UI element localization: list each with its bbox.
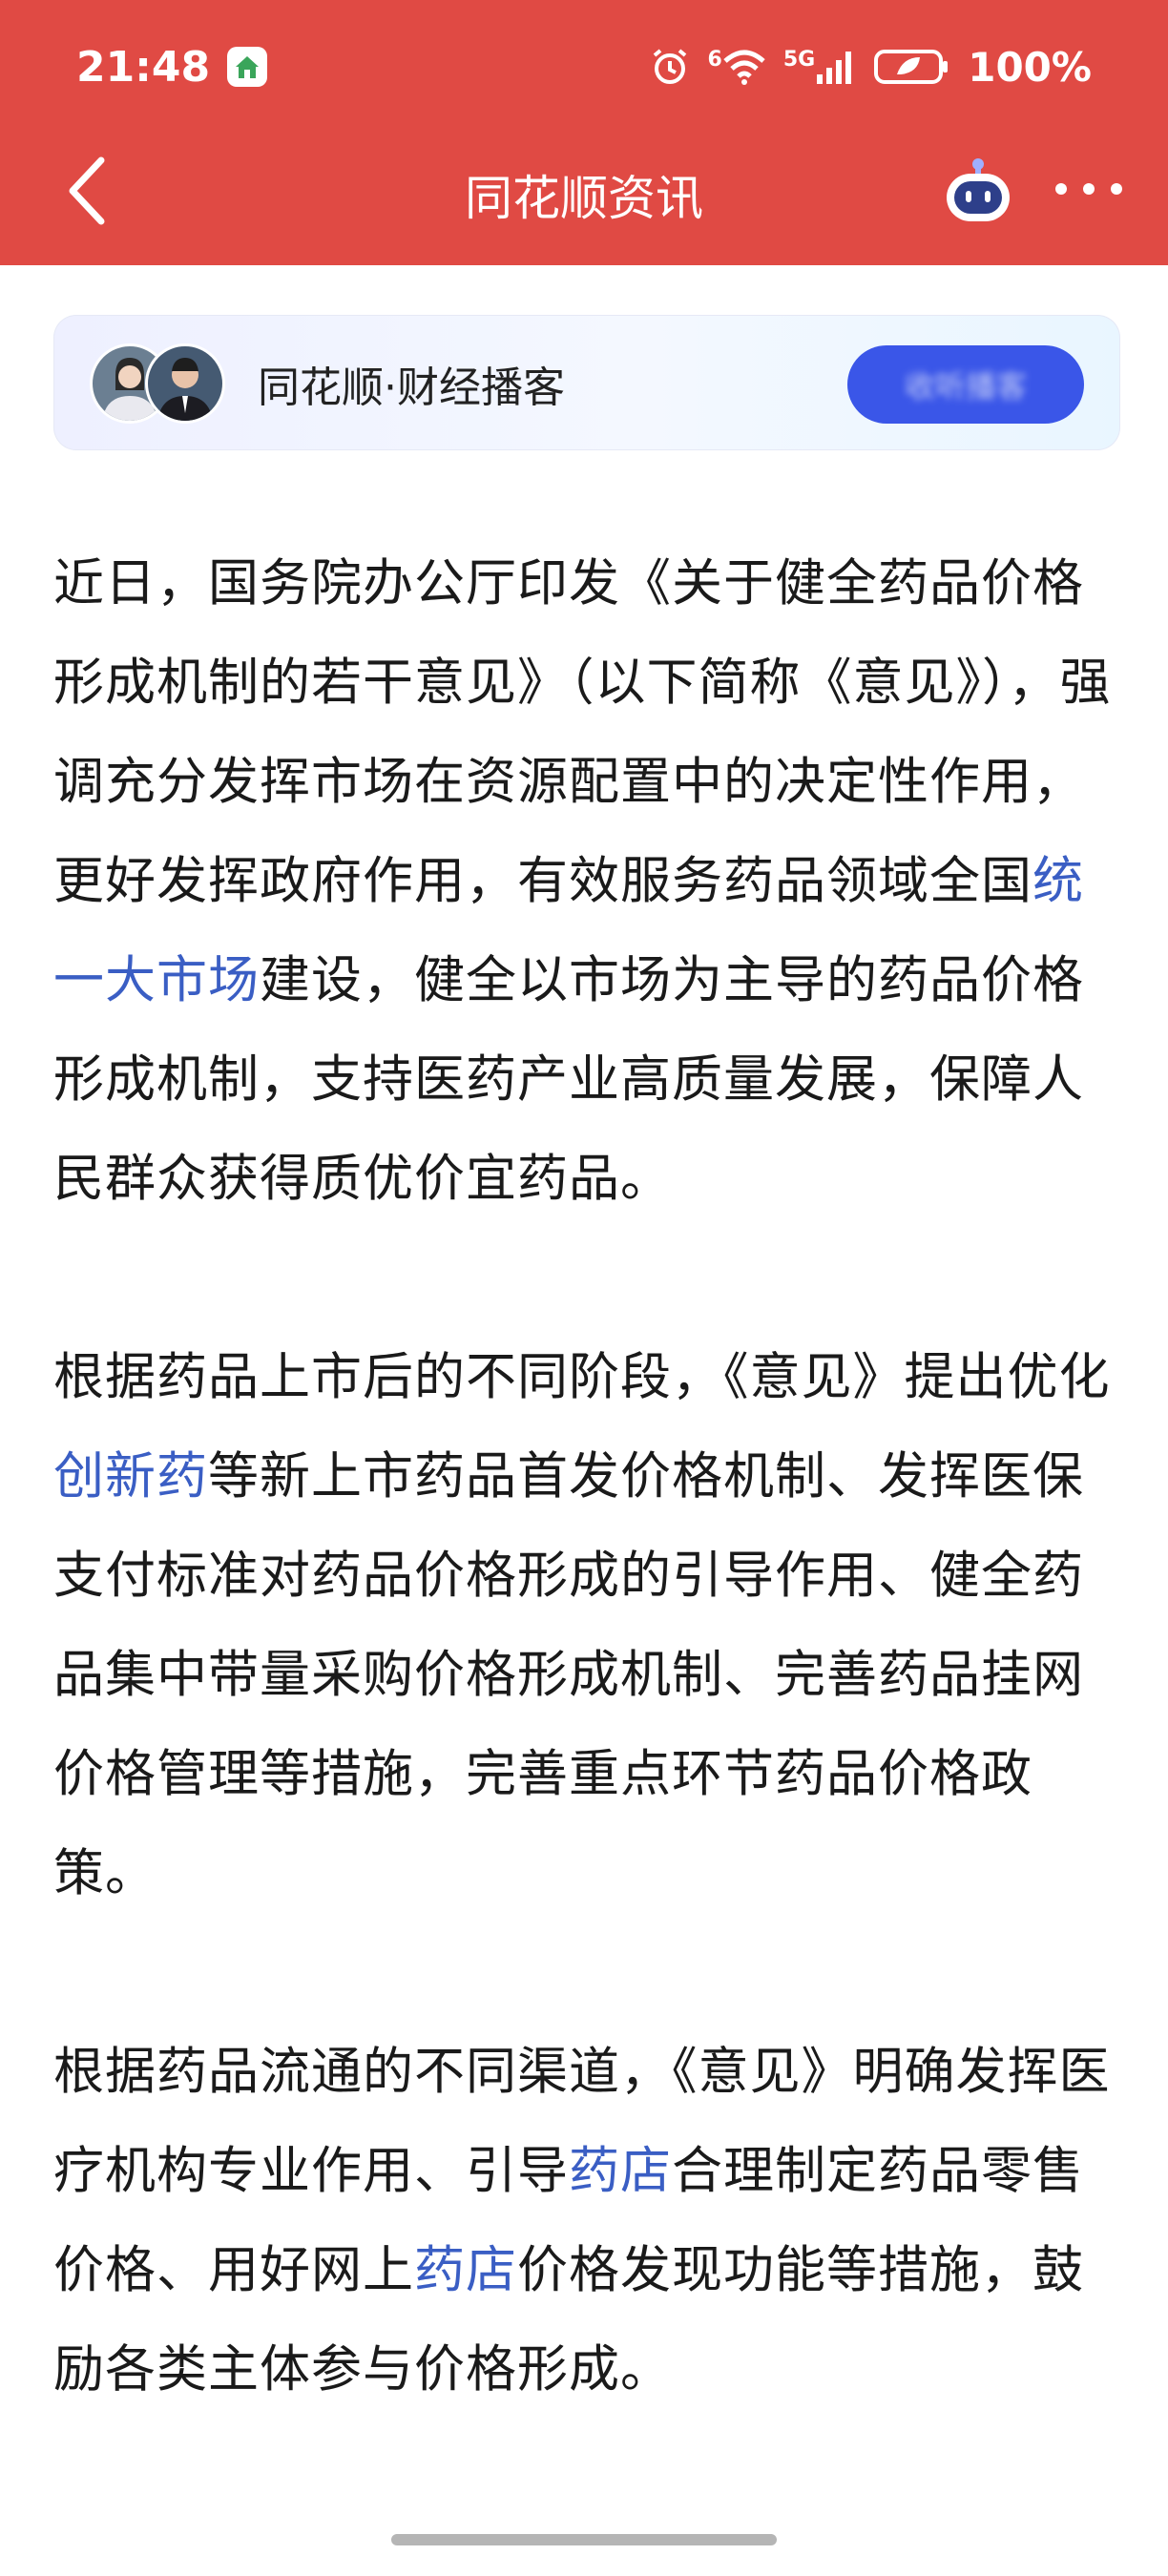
podcast-play-button[interactable]: 收听播客 (847, 345, 1084, 424)
article-body: 近日，国务院办公厅印发《关于健全药品价格形成机制的若干意见》（以下简称《意见》）… (53, 534, 1117, 2420)
status-bar: 21:48 6 5G 100% (76, 36, 1092, 97)
wifi-superscript: 6 (707, 48, 722, 72)
link-online-pharmacy[interactable]: 药店 (414, 2241, 517, 2299)
home-indicator[interactable] (391, 2534, 777, 2545)
signal-icon: 5G (783, 48, 857, 86)
host-avatars (90, 343, 225, 424)
more-options-button[interactable] (1055, 170, 1122, 208)
avatar (145, 343, 225, 424)
network-type: 5G (782, 48, 816, 72)
link-pharmacy[interactable]: 药店 (569, 2142, 672, 2200)
app-home-icon (227, 47, 268, 87)
podcast-banner[interactable]: 同花顺·财经播客 收听播客 (53, 315, 1120, 450)
article-paragraph-3: 根据药品流通的不同渠道，《意见》明确发挥医疗机构专业作用、引导药店合理制定药品零… (53, 2043, 1111, 2399)
link-innovative-drugs[interactable]: 创新药 (53, 1447, 208, 1506)
alarm-icon (649, 46, 691, 88)
battery-level: 100% (968, 43, 1092, 91)
wifi-icon: 6 (708, 48, 766, 86)
ai-assistant-button[interactable] (941, 155, 1015, 229)
title-bar: 同花顺资讯 (0, 143, 1168, 239)
podcast-button-label: 收听播客 (904, 368, 1027, 405)
more-dots-icon (1055, 183, 1067, 195)
battery-icon (874, 48, 950, 86)
article-paragraph-1: 近日，国务院办公厅印发《关于健全药品价格形成机制的若干意见》（以下简称《意见》）… (53, 554, 1112, 1208)
podcast-label: 同花顺·财经播客 (258, 364, 565, 412)
app-header: 21:48 6 5G 100% 同花顺资讯 (0, 0, 1168, 265)
robot-assistant-icon (947, 158, 1010, 221)
article-paragraph-2: 根据药品上市后的不同阶段，《意见》提出优化创新药等新上市药品首发价格机制、发挥医… (53, 1348, 1111, 1902)
status-time: 21:48 (76, 42, 211, 92)
